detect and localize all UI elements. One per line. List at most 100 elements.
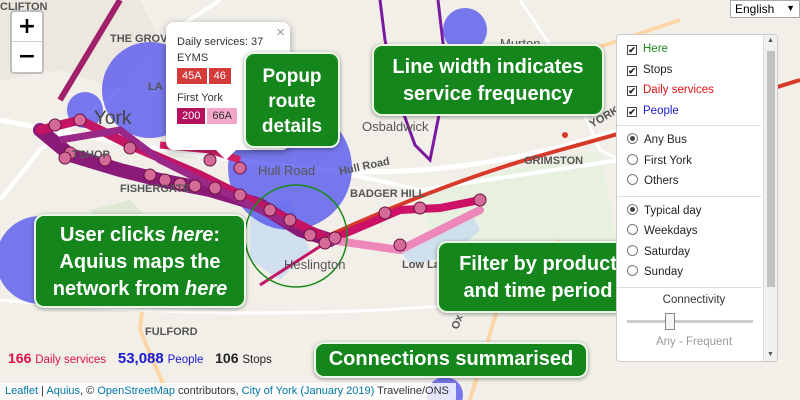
- checkbox[interactable]: ✔: [627, 86, 637, 96]
- people-label: People: [167, 354, 204, 366]
- place-label-osbaldwick: Osbaldwick: [362, 119, 429, 134]
- popup-tip: [216, 150, 236, 160]
- layer-toggle-stops[interactable]: ✔ Stops: [627, 60, 761, 81]
- place-label-la: LA: [148, 81, 163, 93]
- callout-filter: Filter by product and time period: [437, 241, 639, 313]
- place-label-heslington: Heslington: [284, 257, 345, 272]
- callout-popup: Popup route details: [244, 52, 340, 148]
- callout-line: route: [268, 91, 316, 112]
- layer-toggle-here[interactable]: ✔ Here: [627, 39, 761, 60]
- layer-toggle-people[interactable]: ✔ People: [627, 101, 761, 122]
- radio[interactable]: [627, 244, 638, 256]
- route-badge[interactable]: 66A: [207, 108, 237, 124]
- leaflet-link[interactable]: Leaflet: [5, 385, 38, 397]
- checkbox[interactable]: ✔: [627, 106, 637, 117]
- zoom-in-button[interactable]: +: [12, 12, 42, 42]
- checkbox[interactable]: ✔: [627, 65, 637, 76]
- product-filter: Any Bus First York Others: [617, 126, 761, 197]
- place-label-badger-hill: BADGER HILL: [350, 188, 425, 200]
- option-label: Weekdays: [644, 225, 698, 237]
- connectivity-value: Any - Frequent: [655, 335, 733, 348]
- connectivity-label: Connectivity: [662, 293, 726, 306]
- callout-line: Popup: [262, 66, 322, 87]
- callout-user-clicks: User clicks here: Aquius maps the networ…: [34, 214, 246, 308]
- option-label: Others: [644, 175, 679, 187]
- callout-line: and time period: [463, 280, 613, 302]
- option-label: Typical day: [644, 204, 702, 217]
- attribution-text: Traveline/ONS: [374, 385, 449, 397]
- callout-line: Line width indicates: [392, 56, 584, 78]
- place-label-fishergate: FISHERGATE: [120, 183, 190, 195]
- callout-line: service frequency: [402, 83, 574, 105]
- map-attribution: Leaflet | Aquius, © OpenStreetMap contri…: [0, 383, 456, 400]
- city-of-york-link[interactable]: City of York (January 2019): [242, 385, 375, 397]
- radio[interactable]: [627, 224, 638, 235]
- option-label: Saturday: [644, 245, 691, 258]
- network-stats: 166 Daily services 53,088 People 106 Sto…: [8, 350, 272, 367]
- layer-label: Daily services: [643, 84, 714, 96]
- place-label-hull-road: Hull Road: [258, 163, 315, 178]
- services-label: Daily services: [35, 354, 107, 366]
- period-filter: Typical day Weekdays Saturday Sunday: [617, 197, 761, 288]
- callout-line: User clicks here:: [59, 224, 221, 246]
- callout-line: details: [261, 116, 323, 137]
- radio[interactable]: [627, 153, 638, 165]
- option-label: Any Bus: [644, 134, 687, 146]
- stops-count: 106: [215, 350, 239, 366]
- layer-label: Here: [643, 43, 668, 55]
- attribution-text: contributors,: [174, 385, 242, 397]
- place-label-grimston: GRIMSTON: [524, 155, 583, 167]
- scrollbar-thumb[interactable]: [767, 51, 775, 287]
- layer-toggle-daily-services[interactable]: ✔ Daily services: [627, 80, 761, 101]
- zoom-out-button[interactable]: −: [12, 42, 42, 72]
- route-badge[interactable]: 200: [177, 108, 206, 124]
- place-label-fulford: FULFORD: [145, 326, 198, 338]
- callout-line: Aquius maps the: [59, 251, 221, 273]
- checkbox[interactable]: ✔: [627, 45, 637, 55]
- language-select[interactable]: English ▼: [730, 0, 800, 18]
- route-badge[interactable]: 45A: [177, 68, 207, 84]
- radio[interactable]: [627, 265, 638, 276]
- slider-track: [627, 319, 753, 323]
- product-option-others[interactable]: Others: [627, 171, 761, 192]
- language-value: English: [735, 2, 775, 16]
- callout-connections: Connections summarised: [314, 342, 588, 378]
- period-option-saturday[interactable]: Saturday: [627, 242, 761, 263]
- services-count: 166: [8, 350, 32, 366]
- place-label-york: York: [94, 108, 132, 129]
- connectivity-slider[interactable]: [627, 310, 753, 332]
- option-label: First York: [644, 154, 692, 167]
- stops-label: Stops: [242, 354, 272, 366]
- popup-daily-services: Daily services: 37: [177, 36, 264, 48]
- scroll-down-icon[interactable]: ▼: [767, 351, 774, 358]
- panel-scrollbar[interactable]: ▲ ▼: [763, 35, 777, 361]
- product-option-first-york[interactable]: First York: [627, 151, 761, 172]
- chevron-down-icon: ▼: [786, 3, 795, 13]
- place-label-tshop: TSHOP: [72, 149, 110, 161]
- radio[interactable]: [627, 133, 638, 144]
- option-label: Sunday: [644, 266, 684, 278]
- street-label-low-la: Low La: [402, 259, 441, 271]
- radio[interactable]: [627, 203, 638, 215]
- period-option-typical-day[interactable]: Typical day: [627, 201, 761, 222]
- product-option-any-bus[interactable]: Any Bus: [627, 130, 761, 151]
- scroll-up-icon[interactable]: ▲: [767, 37, 774, 44]
- radio[interactable]: [627, 174, 638, 185]
- popup-close-button[interactable]: ×: [276, 24, 285, 41]
- period-option-weekdays[interactable]: Weekdays: [627, 221, 761, 242]
- aquius-link[interactable]: Aquius: [46, 385, 80, 397]
- callout-line: Filter by product: [459, 253, 617, 275]
- slider-handle[interactable]: [665, 312, 675, 330]
- layer-label: Stops: [643, 63, 673, 76]
- osm-link[interactable]: OpenStreetMap: [97, 385, 175, 397]
- filter-panel: ✔ Here ✔ Stops ✔ Daily services ✔ People Any…: [616, 34, 778, 362]
- connectivity-section: Connectivity Any - Frequent: [617, 288, 761, 348]
- people-count: 53,088: [117, 350, 164, 367]
- period-option-sunday[interactable]: Sunday: [627, 262, 761, 283]
- layer-label: People: [643, 104, 679, 117]
- callout-line: network from here: [52, 278, 228, 300]
- attribution-text: , ©: [80, 385, 98, 397]
- route-badge[interactable]: 46: [208, 68, 231, 84]
- zoom-control: + −: [10, 10, 44, 74]
- callout-line-width: Line width indicates service frequency: [372, 44, 604, 116]
